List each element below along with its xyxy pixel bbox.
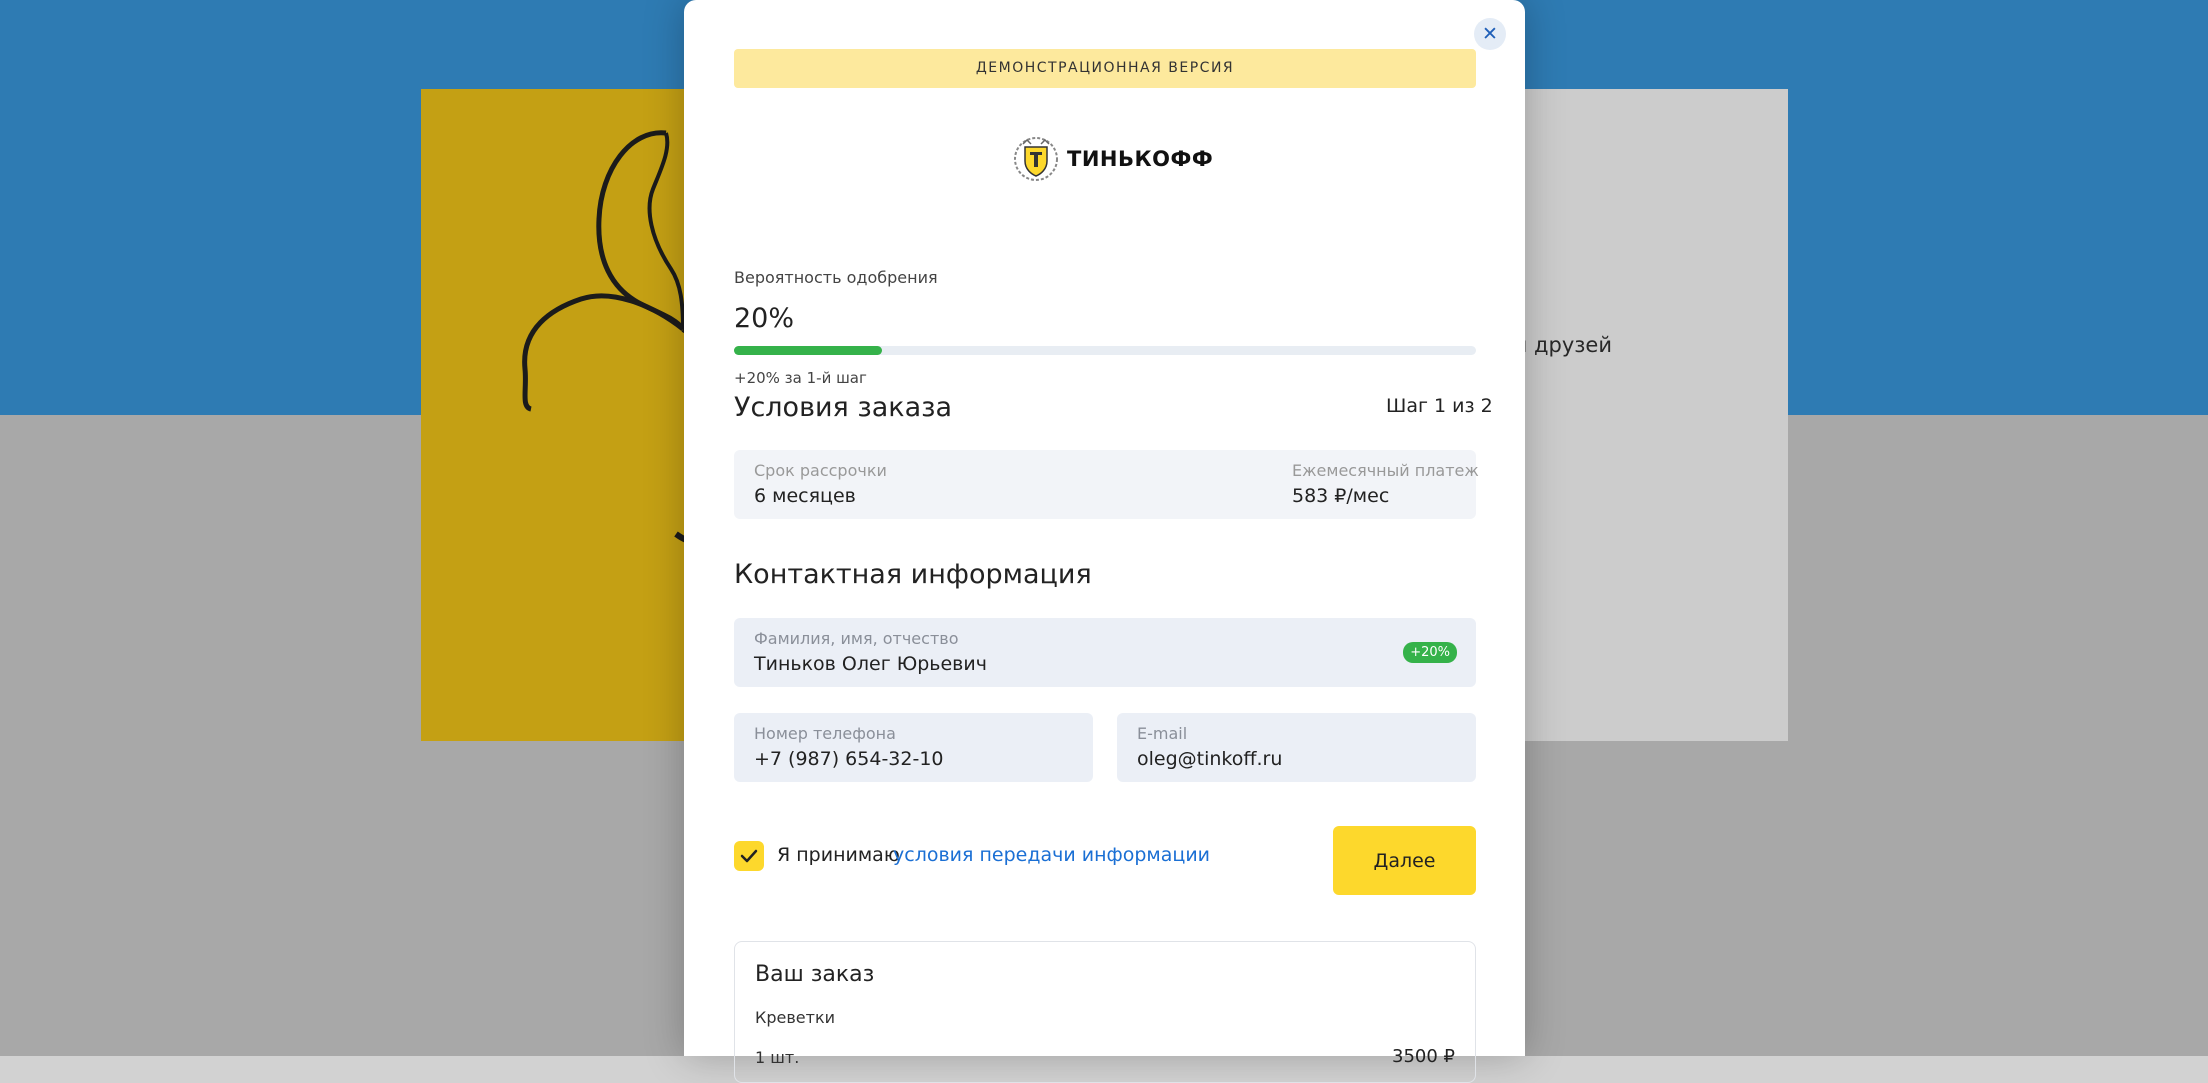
fullname-field[interactable]: Фамилия, имя, отчество Тиньков Олег Юрье… [734, 618, 1476, 687]
phone-value[interactable]: +7 (987) 654-32-10 [754, 748, 944, 770]
consent-text: Я принимаю [777, 844, 900, 866]
email-field[interactable]: E-mail oleg@tinkoff.ru [1117, 713, 1476, 782]
close-button[interactable]: ✕ [1474, 18, 1506, 50]
order-terms-title: Условия заказа [734, 392, 953, 423]
next-button[interactable]: Далее [1333, 826, 1476, 895]
order-summary-box: Ваш заказ Креветки 1 шт. 3500 ₽ [734, 941, 1476, 1083]
phone-field[interactable]: Номер телефона +7 (987) 654-32-10 [734, 713, 1093, 782]
approval-probability-value: 20% [734, 303, 795, 334]
installment-period-label: Срок рассрочки [754, 461, 887, 480]
tinkoff-shield-icon [1014, 137, 1058, 181]
contact-info-title: Контактная информация [734, 559, 1092, 590]
approval-step-hint: +20% за 1-й шаг [734, 369, 867, 387]
tinkoff-logo: ТИНЬКОФФ [1013, 137, 1213, 181]
monthly-payment-value: 583 ₽/мес [1292, 485, 1390, 507]
email-label: E-mail [1137, 724, 1188, 743]
phone-label: Номер телефона [754, 724, 896, 743]
data-transfer-terms-link[interactable]: условия передачи информации [893, 844, 1210, 866]
demo-version-banner: ДЕМОНСТРАЦИОННАЯ ВЕРСИЯ [734, 49, 1476, 88]
approval-progress-bar [734, 346, 1476, 355]
order-summary-title: Ваш заказ [755, 962, 875, 987]
installment-period-value: 6 месяцев [754, 485, 856, 507]
order-item-price: 3500 ₽ [1392, 1046, 1455, 1067]
tinkoff-wordmark: ТИНЬКОФФ [1067, 147, 1214, 171]
order-item-name: Креветки [755, 1008, 836, 1027]
approval-probability-label: Вероятность одобрения [734, 268, 938, 287]
close-icon[interactable]: ✕ [1482, 23, 1498, 45]
consent-checkbox[interactable] [734, 841, 764, 871]
fullname-value[interactable]: Тиньков Олег Юрьевич [754, 653, 987, 675]
fullname-bonus-badge: +20% [1403, 642, 1457, 663]
approval-progress-fill [734, 346, 883, 355]
monthly-payment-label: Ежемесячный платеж [1292, 461, 1479, 480]
step-indicator: Шаг 1 из 2 [1386, 395, 1493, 417]
installment-terms-box: Срок рассрочки 6 месяцев Ежемесячный пла… [734, 450, 1479, 519]
checkmark-icon [740, 849, 758, 863]
email-value[interactable]: oleg@tinkoff.ru [1137, 748, 1282, 770]
fullname-label: Фамилия, имя, отчество [754, 629, 959, 648]
order-item-quantity: 1 шт. [755, 1048, 800, 1067]
